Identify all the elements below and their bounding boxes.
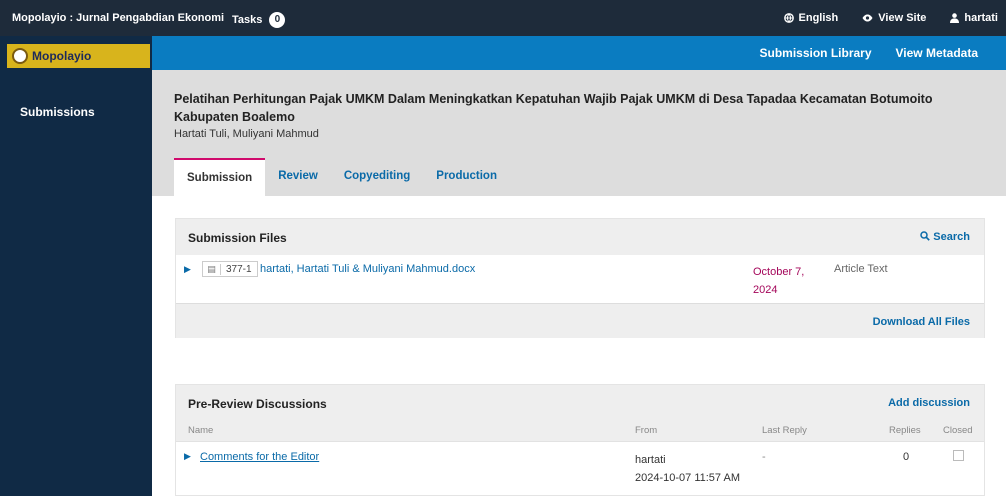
discussion-replies: 0 bbox=[903, 451, 910, 463]
column-replies: Replies bbox=[889, 425, 921, 436]
files-panel-title: Submission Files bbox=[188, 231, 287, 245]
eye-icon bbox=[862, 14, 873, 22]
view-site-label: View Site bbox=[878, 12, 927, 24]
file-date: October 7, 2024 bbox=[753, 263, 804, 299]
submission-files-panel: Submission Files Search ▶ ▤ 377-1 hartat… bbox=[175, 218, 985, 338]
pre-review-discussions-panel: Pre-Review Discussions Add discussion Na… bbox=[175, 384, 985, 496]
tab-review[interactable]: Review bbox=[265, 158, 331, 196]
column-from: From bbox=[635, 425, 658, 436]
globe-icon bbox=[783, 13, 794, 23]
discussion-closed-checkbox[interactable] bbox=[953, 450, 964, 461]
discussion-from-user: hartati bbox=[635, 454, 666, 466]
column-name: Name bbox=[188, 425, 214, 436]
document-icon: ▤ bbox=[203, 263, 221, 275]
main-content: Submission Files Search ▶ ▤ 377-1 hartat… bbox=[152, 196, 1006, 496]
column-last-reply: Last Reply bbox=[762, 425, 807, 436]
discussions-panel-header: Pre-Review Discussions Add discussion bbox=[176, 385, 984, 421]
tasks-count-badge: 0 bbox=[269, 12, 286, 28]
submission-header: Pelatihan Perhitungan Pajak UMKM Dalam M… bbox=[152, 70, 1006, 196]
file-name-link[interactable]: hartati, Hartati Tuli & Muliyani Mahmud.… bbox=[260, 263, 475, 275]
discussion-from-date: 2024-10-07 11:57 AM bbox=[635, 472, 740, 484]
logo-text: Mopolayio bbox=[32, 49, 92, 63]
files-panel-footer: Download All Files bbox=[176, 303, 984, 338]
tab-copyediting[interactable]: Copyediting bbox=[331, 158, 423, 196]
sidebar-item-submissions[interactable]: Submissions bbox=[20, 105, 95, 119]
discussion-last-reply: - bbox=[762, 451, 766, 463]
workflow-tabs: Submission Review Copyediting Production bbox=[174, 158, 510, 196]
language-menu[interactable]: English bbox=[783, 12, 839, 24]
site-name[interactable]: Mopolayio : Jurnal Pengabdian Ekonomi bbox=[12, 12, 224, 24]
tab-submission[interactable]: Submission bbox=[174, 158, 266, 196]
file-date-line1: October 7, bbox=[753, 266, 805, 278]
expand-arrow-icon[interactable]: ▶ bbox=[184, 264, 191, 275]
topbar-right: English View Site hartati bbox=[783, 12, 998, 24]
download-all-files-button[interactable]: Download All Files bbox=[873, 316, 970, 328]
file-type: Article Text bbox=[834, 263, 888, 275]
user-icon bbox=[950, 13, 960, 23]
files-panel-header: Submission Files Search bbox=[176, 219, 984, 255]
file-row: ▶ ▤ 377-1 hartati, Hartati Tuli & Muliya… bbox=[176, 255, 984, 301]
discussions-column-header: Name From Last Reply Replies Closed bbox=[176, 421, 984, 441]
discussion-name-link[interactable]: Comments for the Editor bbox=[200, 451, 319, 463]
tasks-button[interactable]: Tasks 0 bbox=[232, 12, 286, 28]
discussion-from: hartati 2024-10-07 11:57 AM bbox=[635, 451, 740, 487]
top-bar: Mopolayio : Jurnal Pengabdian Ekonomi Ta… bbox=[0, 0, 1006, 36]
logo-seal-icon bbox=[12, 48, 28, 64]
sidebar: Mopolayio Submissions bbox=[0, 36, 152, 496]
search-label: Search bbox=[933, 231, 970, 243]
user-name: hartati bbox=[964, 12, 998, 24]
add-discussion-button[interactable]: Add discussion bbox=[888, 397, 970, 409]
app-header: Submission Library View Metadata bbox=[152, 36, 1006, 70]
search-icon bbox=[920, 231, 931, 241]
expand-arrow-icon[interactable]: ▶ bbox=[184, 451, 191, 462]
submission-library-link[interactable]: Submission Library bbox=[759, 46, 871, 60]
file-id-box: ▤ 377-1 bbox=[202, 261, 258, 277]
view-metadata-link[interactable]: View Metadata bbox=[896, 46, 978, 60]
tab-production[interactable]: Production bbox=[423, 158, 510, 196]
submission-title: Pelatihan Perhitungan Pajak UMKM Dalam M… bbox=[174, 92, 933, 124]
language-label: English bbox=[798, 12, 839, 24]
submission-authors: Hartati Tuli, Muliyani Mahmud bbox=[174, 128, 319, 140]
file-id: 377-1 bbox=[226, 263, 252, 275]
view-site-link[interactable]: View Site bbox=[862, 12, 926, 24]
column-closed: Closed bbox=[943, 425, 973, 436]
journal-logo[interactable]: Mopolayio bbox=[7, 44, 150, 68]
discussion-row: ▶ Comments for the Editor hartati 2024-1… bbox=[176, 441, 984, 491]
tasks-label: Tasks bbox=[232, 13, 263, 26]
discussions-panel-title: Pre-Review Discussions bbox=[188, 397, 327, 411]
user-menu[interactable]: hartati bbox=[950, 12, 998, 24]
file-date-line2: 2024 bbox=[753, 284, 778, 296]
search-button[interactable]: Search bbox=[920, 231, 970, 243]
